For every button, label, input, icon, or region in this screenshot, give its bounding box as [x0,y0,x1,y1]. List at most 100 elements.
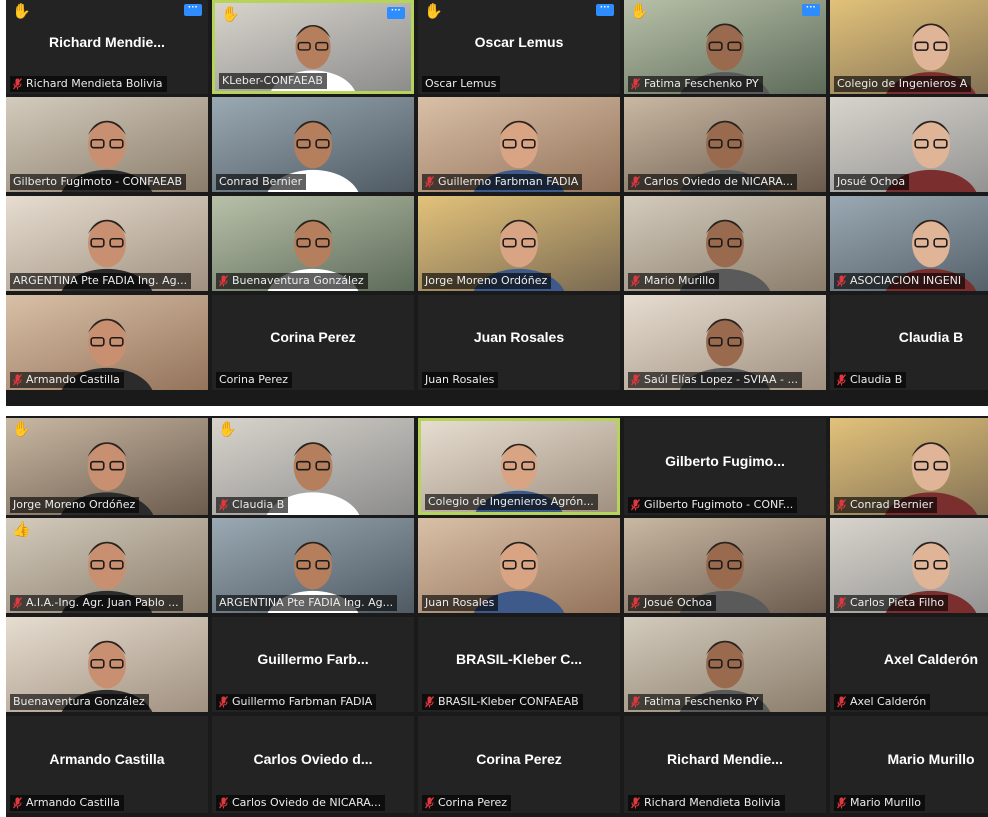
participant-tile[interactable]: Gilberto Fugimo... Gilberto Fugimoto - CO… [624,418,826,515]
participant-name: BRASIL-Kleber CONFAEAB [438,695,579,708]
mic-muted-icon [837,796,846,808]
participant-tile[interactable]: ✋ ··· Fatima Feschenko PY [624,0,826,94]
participant-display-name: Axel Calderón [883,651,979,668]
participant-name-label: Mario Murillo [628,273,719,289]
participant-tile[interactable]: ✋ ··· KLeber-CONFAEAB [212,0,414,94]
more-options-icon[interactable]: ··· [184,3,202,16]
participant-name-label: Jorge Moreno Ordóñez [422,273,552,289]
mic-muted-icon [631,77,640,89]
participant-display-name: Richard Mendie... [667,750,783,767]
participant-name-label: Mario Murillo [834,795,925,811]
participant-tile[interactable]: Saúl Elías Lopez - SVIAA - ... [624,295,826,390]
participant-name: Gilberto Fugimoto - CONFAEAB [13,175,183,188]
participant-tile[interactable]: Carlos Pieta Filho [830,518,988,613]
participant-name: Mario Murillo [644,274,715,287]
participant-display-name: Corina Perez [476,750,562,767]
mic-muted-icon [219,498,228,510]
participant-tile[interactable]: Mario Murillo [624,196,826,291]
participant-tile[interactable]: ARGENTINA Pte FADIA Ing. Ag... [212,518,414,613]
participant-tile[interactable]: Buenaventura González [212,196,414,291]
mic-muted-icon [631,175,640,187]
mic-muted-icon [219,796,228,808]
more-options-icon[interactable]: ··· [387,6,405,19]
participant-tile[interactable]: Josué Ochoa [830,97,988,192]
participant-name-label: Fatima Feschenko PY [628,694,763,710]
participant-name-label: Richard Mendieta Bolivia [628,795,785,811]
participant-tile[interactable]: Corina Perez Corina Perez [212,295,414,390]
mic-muted-icon [13,596,22,608]
participant-name: Carlos Oviedo de NICARA... [644,175,794,188]
participant-tile[interactable]: Carlos Oviedo d... Carlos Oviedo de NICAR… [212,716,414,813]
participant-tile[interactable]: ✋ Jorge Moreno Ordóñez [6,418,208,515]
participant-name: Armando Castilla [26,796,120,809]
mic-muted-icon [631,373,640,385]
participant-tile[interactable]: Claudia B Claudia B [830,295,988,390]
participant-tile[interactable]: Guillermo Farb... Guillermo Farbman FADIA [212,617,414,712]
participant-name-label: Buenaventura González [10,694,149,710]
participant-tile[interactable]: Carlos Oviedo de NICARA... [624,97,826,192]
participant-tile[interactable]: ASOCIACION INGENI [830,196,988,291]
mic-muted-icon [13,373,22,385]
participant-tile[interactable]: Oscar Lemus ✋ ··· Oscar Lemus [418,0,620,94]
participant-tile[interactable]: Jorge Moreno Ordóñez [418,196,620,291]
participant-tile[interactable]: Juan Rosales Juan Rosales [418,295,620,390]
participant-name: Corina Perez [438,796,508,809]
raised-hand-icon: ✋ [12,421,31,438]
participant-tile[interactable]: Corina Perez Corina Perez [418,716,620,813]
participant-tile[interactable]: Gilberto Fugimoto - CONFAEAB [6,97,208,192]
participant-name: Conrad Bernier [219,175,303,188]
participant-name: Guillermo Farbman FADIA [232,695,373,708]
participant-tile[interactable]: Richard Mendie... Richard Mendieta Bolivi… [624,716,826,813]
participant-display-name: Armando Castilla [49,750,165,767]
participant-name: Fatima Feschenko PY [644,77,759,90]
participant-name: Colegio de Ingenieros A [837,77,968,90]
participant-name-label: Fatima Feschenko PY [628,76,763,92]
participant-tile[interactable]: Josué Ochoa [624,518,826,613]
participant-name: Colegio de Ingenieros Agrón... [428,495,594,508]
participant-tile[interactable]: ✋ Claudia B [212,418,414,515]
participant-display-name: Claudia B [898,329,964,346]
more-options-icon[interactable]: ··· [596,3,614,16]
participant-tile[interactable]: Guillermo Farbman FADIA [418,97,620,192]
participant-tile[interactable]: Mario Murillo Mario Murillo [830,716,988,813]
participant-tile[interactable]: Colegio de Ingenieros Agrón... [418,418,620,515]
participant-name-label: Juan Rosales [422,595,499,611]
participant-name-label: Josué Ochoa [628,595,717,611]
mic-muted-icon [13,796,22,808]
more-options-icon[interactable]: ··· [802,3,820,16]
participant-name-label: Gilberto Fugimoto - CONFAEAB [10,174,187,190]
participant-tile[interactable]: ARGENTINA Pte FADIA Ing. Ag... [6,196,208,291]
participant-name-label: Armando Castilla [10,372,124,388]
participant-name-label: Corina Perez [422,795,512,811]
participant-name-label: KLeber-CONFAEAB [219,73,327,89]
raised-hand-icon: ✋ [218,421,237,438]
mic-muted-icon [219,274,228,286]
participant-tile[interactable]: Colegio de Ingenieros A [830,0,988,94]
participant-tile[interactable]: Armando Castilla [6,295,208,390]
participant-tile[interactable]: Conrad Bernier [830,418,988,515]
participant-name-label: Carlos Pieta Filho [834,595,949,611]
participant-name-label: Josué Ochoa [834,174,910,190]
participant-display-name: Juan Rosales [473,329,565,346]
participant-display-name: Guillermo Farb... [257,651,369,668]
participant-name: Carlos Pieta Filho [850,596,945,609]
participant-tile[interactable]: Conrad Bernier [212,97,414,192]
participant-tile[interactable]: BRASIL-Kleber C... BRASIL-Kleber CONFAEAB [418,617,620,712]
participant-tile[interactable]: Juan Rosales [418,518,620,613]
participant-tile[interactable]: 👍 A.I.A.-Ing. Agr. Juan Pablo ... [6,518,208,613]
participant-tile[interactable]: Buenaventura González [6,617,208,712]
participant-display-name: BRASIL-Kleber C... [455,651,582,668]
participant-name-label: ARGENTINA Pte FADIA Ing. Ag... [10,273,192,289]
participant-tile[interactable]: Richard Mendie... ✋ ··· Richard Mendieta Bo… [6,0,208,94]
mic-muted-icon [13,77,22,89]
participant-name: KLeber-CONFAEAB [222,74,323,87]
participant-name-label: Colegio de Ingenieros A [834,76,972,92]
participant-display-name: Carlos Oviedo d... [253,750,373,767]
participant-tile[interactable]: Armando Castilla Armando Castilla [6,716,208,813]
raised-hand-icon: ✋ [630,3,649,20]
participant-tile[interactable]: Fatima Feschenko PY [624,617,826,712]
zoom-gallery-bottom: ✋ Jorge Moreno Ordóñez ✋ Claudia B Colegio d… [6,416,988,817]
mic-muted-icon [631,274,640,286]
participant-tile[interactable]: Axel Calderón Axel Calderón [830,617,988,712]
participant-name: Claudia B [232,498,285,511]
